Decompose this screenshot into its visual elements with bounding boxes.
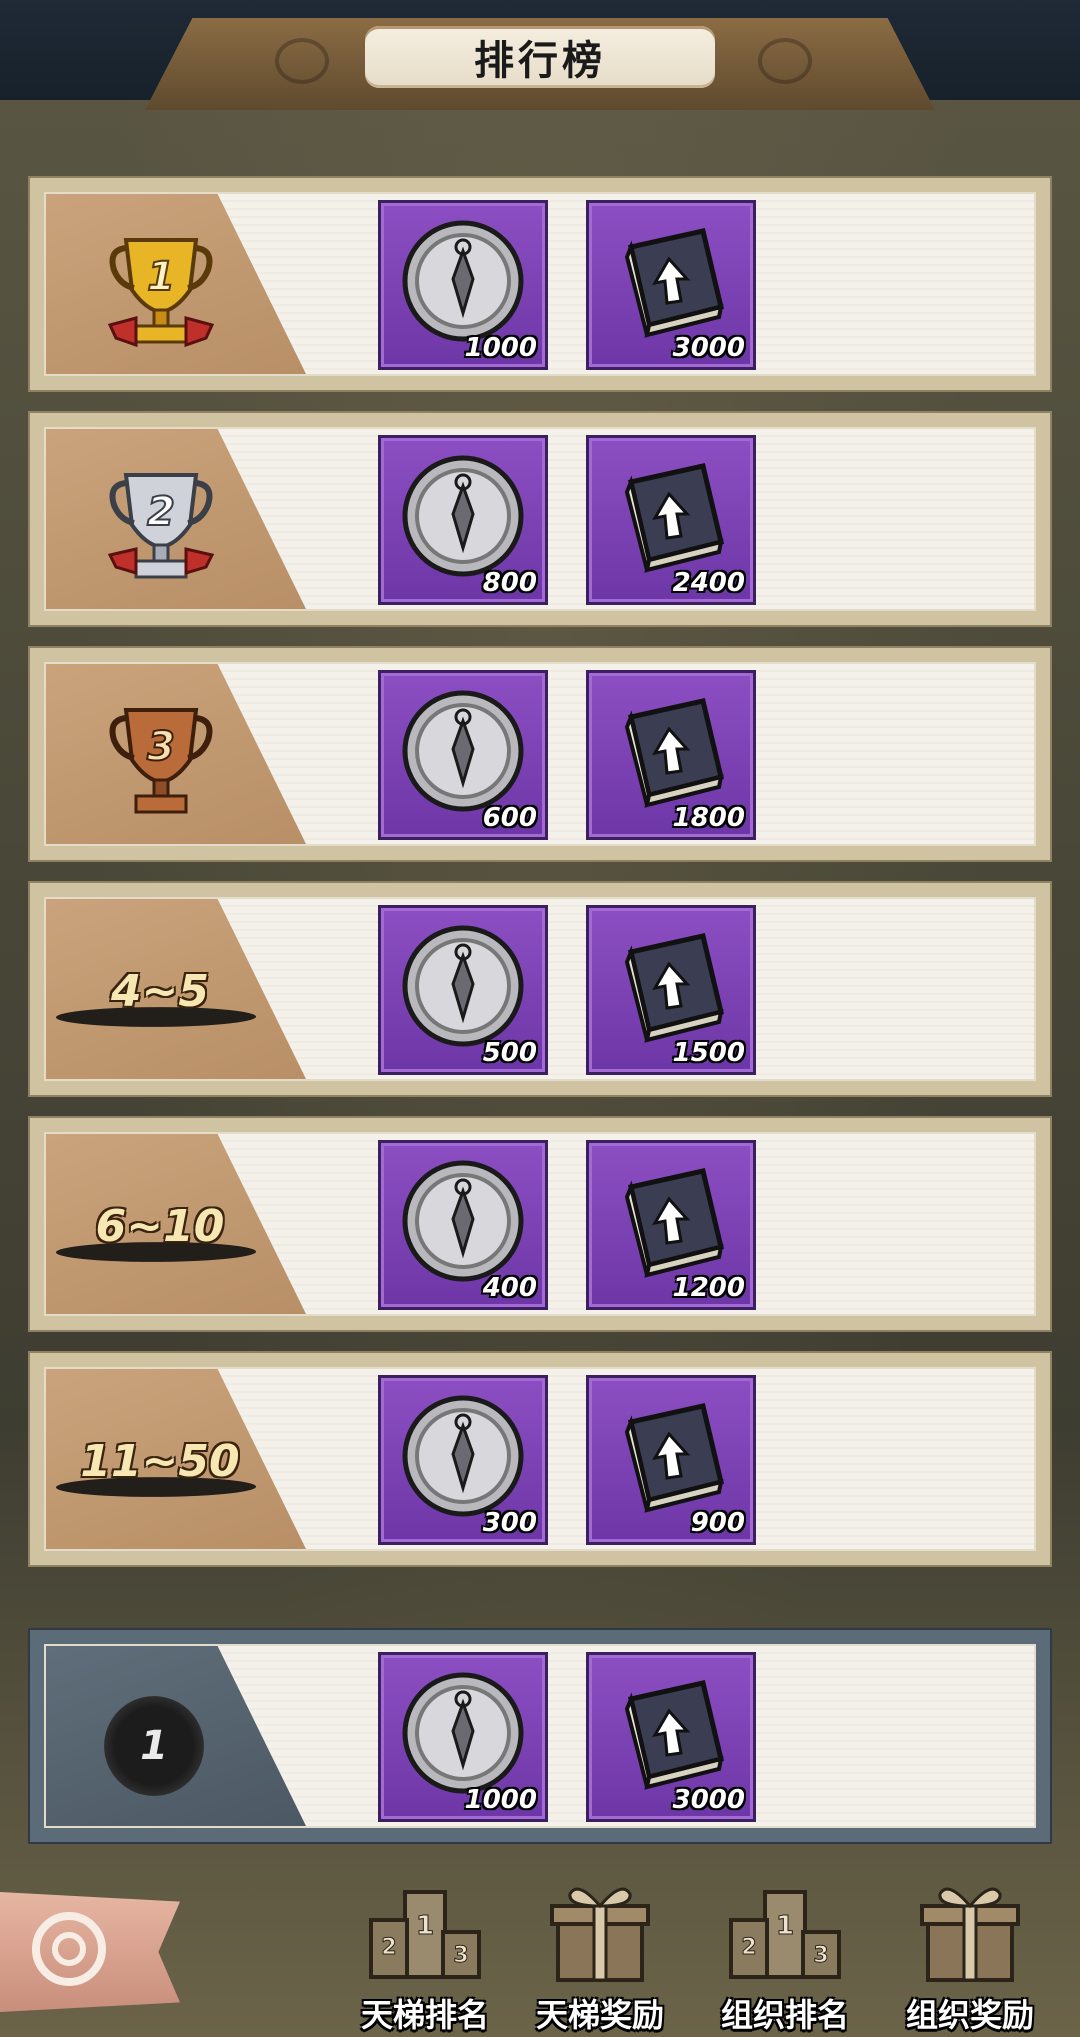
item-quantity: 400	[482, 1273, 537, 1303]
item-quantity: 1000	[464, 1785, 537, 1815]
rank-range-label: 11~50	[80, 1435, 240, 1487]
item-quantity: 800	[482, 568, 537, 598]
item-quantity: 600	[482, 803, 537, 833]
reward-row-1: 1 1000 3000	[28, 176, 1052, 392]
my-rank-badge: 1	[104, 1696, 204, 1796]
svg-text:3: 3	[813, 1943, 828, 1968]
kunai-coin-icon	[402, 220, 524, 342]
item-quantity: 1500	[672, 1038, 745, 1068]
reward-row-6: 11~50 300 900	[28, 1351, 1052, 1567]
podium-icon: 1 2 3	[729, 1890, 841, 1979]
kunai-coin-icon	[402, 925, 524, 1047]
upgrade-book-icon	[624, 933, 725, 1043]
nav-label: 天梯奖励	[535, 1996, 664, 2034]
gift-box-icon	[920, 1887, 1020, 1982]
item-quantity: 900	[690, 1508, 745, 1538]
kunai-coin-icon	[402, 455, 524, 577]
reward-row-5: 6~10 400 1200	[28, 1116, 1052, 1332]
svg-text:1: 1	[147, 254, 175, 300]
upgrade-book-icon	[624, 463, 725, 573]
svg-text:2: 2	[741, 1935, 756, 1960]
nav-org-ranking[interactable]: 1 2 3 组织排名	[700, 1872, 870, 2037]
svg-text:2: 2	[381, 1935, 396, 1960]
nav-label: 组织奖励	[905, 1996, 1034, 2034]
my-rank-row: 1 1000 3000	[28, 1628, 1052, 1844]
podium-icon: 1 2 3	[369, 1890, 481, 1979]
reward-item-kunai-coin[interactable]: 600	[378, 670, 548, 840]
item-quantity: 1200	[672, 1273, 745, 1303]
svg-text:3: 3	[147, 724, 175, 770]
reward-item-upgrade-book[interactable]: 1800	[586, 670, 756, 840]
rank-range-label: 6~10	[95, 1200, 225, 1252]
reward-item-kunai-coin[interactable]: 1000	[378, 200, 548, 370]
item-quantity: 2400	[672, 568, 745, 598]
item-quantity: 1800	[672, 803, 745, 833]
item-quantity: 1000	[464, 333, 537, 363]
nav-label: 组织排名	[720, 1996, 849, 2034]
svg-text:3: 3	[453, 1943, 468, 1968]
reward-item-kunai-coin[interactable]: 400	[378, 1140, 548, 1310]
kunai-coin-icon	[402, 690, 524, 812]
item-quantity: 500	[482, 1038, 537, 1068]
nav-label: 天梯排名	[360, 1996, 489, 2034]
reward-item-kunai-coin[interactable]: 300	[378, 1375, 548, 1545]
swirl-ornament-icon	[275, 38, 329, 84]
item-quantity: 300	[482, 1508, 537, 1538]
kunai-coin-icon	[402, 1395, 524, 1517]
upgrade-book-icon	[624, 228, 725, 338]
upgrade-book-icon	[624, 1680, 725, 1790]
reward-item-upgrade-book[interactable]: 1200	[586, 1140, 756, 1310]
svg-text:2: 2	[147, 489, 175, 535]
clan-flag-button[interactable]	[0, 1892, 180, 2012]
kunai-coin-icon	[402, 1160, 524, 1282]
svg-text:1: 1	[776, 1911, 794, 1941]
reward-item-kunai-coin[interactable]: 1000	[378, 1652, 548, 1822]
gift-box-icon	[550, 1887, 650, 1982]
kunai-coin-icon	[402, 1672, 524, 1794]
nav-ladder-ranking[interactable]: 1 2 3 天梯排名	[340, 1872, 510, 2037]
svg-text:1: 1	[416, 1911, 434, 1941]
reward-row-4: 4~5 500 1500	[28, 881, 1052, 1097]
reward-item-kunai-coin[interactable]: 500	[378, 905, 548, 1075]
upgrade-book-icon	[624, 1168, 725, 1278]
gold-trophy-icon: 1	[107, 238, 215, 348]
reward-item-upgrade-book[interactable]: 900	[586, 1375, 756, 1545]
nav-org-rewards[interactable]: 组织奖励	[885, 1872, 1055, 2037]
reward-row-2: 2 800 2400	[28, 411, 1052, 627]
reward-item-upgrade-book[interactable]: 2400	[586, 435, 756, 605]
swirl-ornament-icon	[758, 38, 812, 84]
bronze-trophy-icon: 3	[109, 708, 213, 814]
nav-ladder-rewards[interactable]: 天梯奖励	[515, 1872, 685, 2037]
item-quantity: 3000	[672, 333, 745, 363]
reward-item-upgrade-book[interactable]: 1500	[586, 905, 756, 1075]
upgrade-book-icon	[624, 698, 725, 808]
upgrade-book-icon	[624, 1403, 725, 1513]
rank-range-label: 4~5	[110, 965, 210, 1017]
reward-item-upgrade-book[interactable]: 3000	[586, 1652, 756, 1822]
silver-trophy-icon: 2	[107, 473, 215, 579]
reward-item-upgrade-book[interactable]: 3000	[586, 200, 756, 370]
reward-row-3: 3 600 1800	[28, 646, 1052, 862]
reward-item-kunai-coin[interactable]: 800	[378, 435, 548, 605]
page-title: 排行榜	[365, 26, 715, 88]
item-quantity: 3000	[672, 1785, 745, 1815]
